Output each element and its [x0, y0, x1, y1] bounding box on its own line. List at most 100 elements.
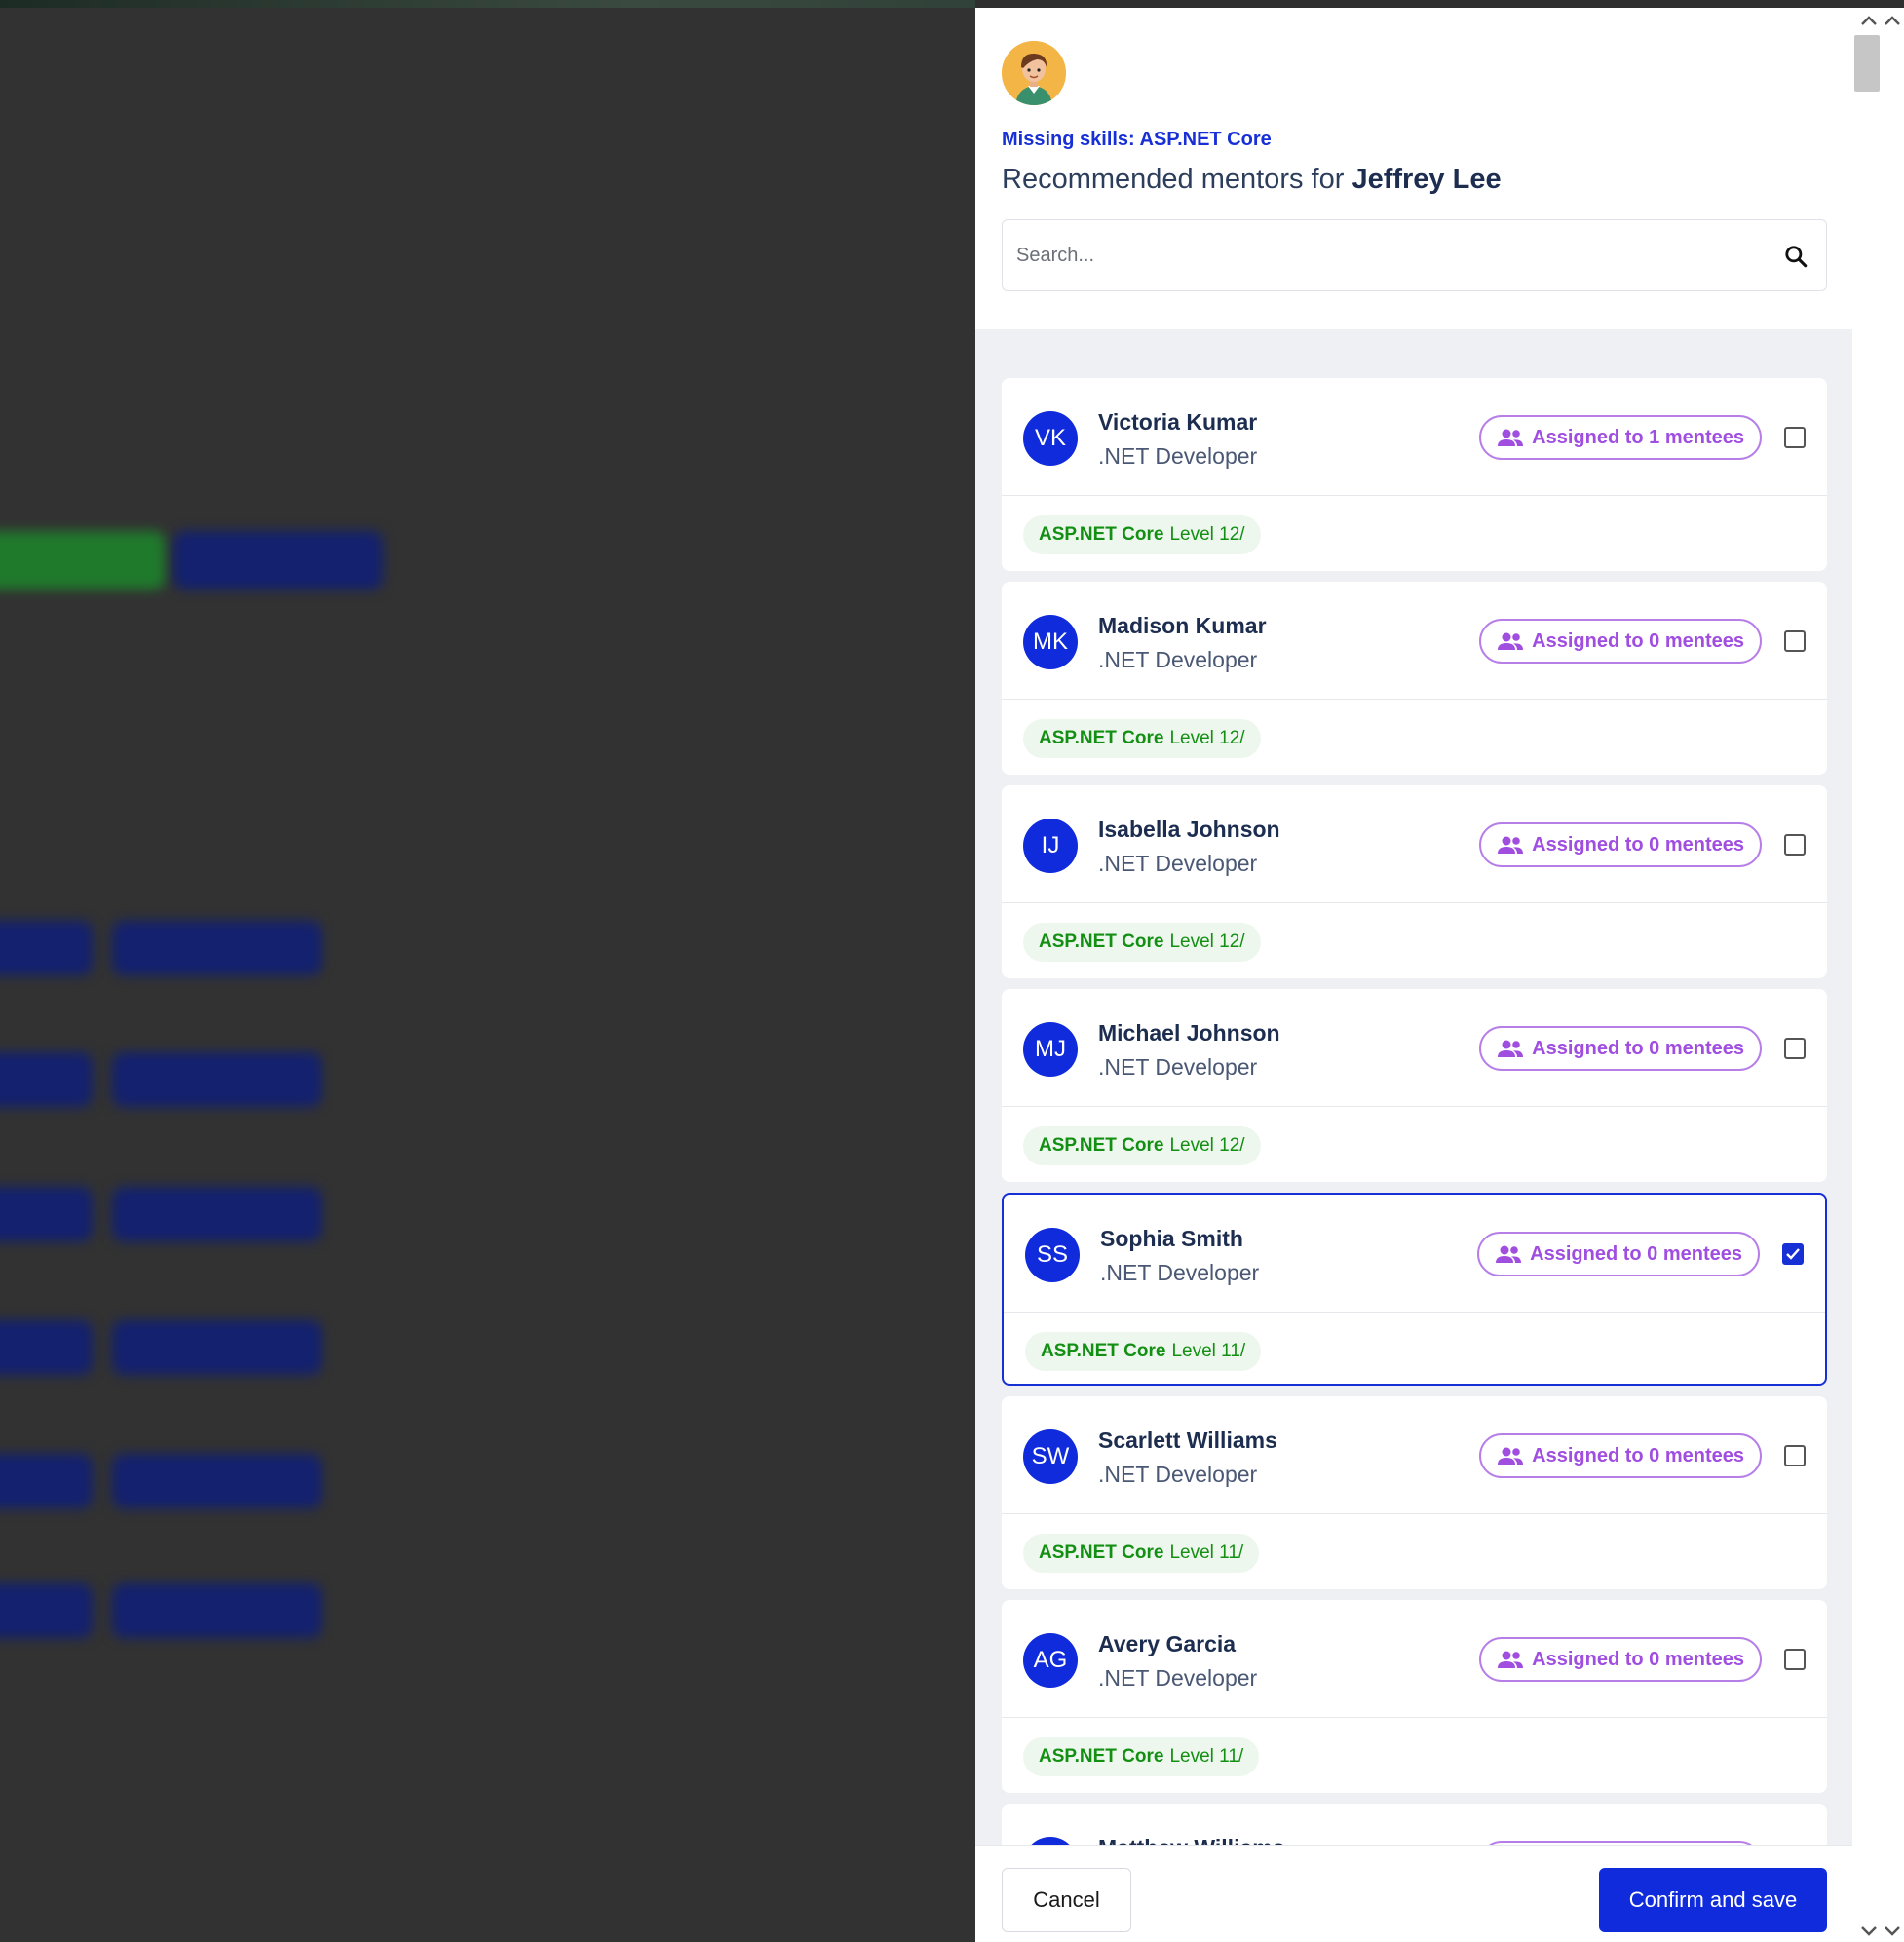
confirm-and-save-button[interactable]: Confirm and save	[1599, 1868, 1827, 1932]
background-green-button	[0, 531, 166, 590]
skill-name: ASP.NET Core	[1039, 932, 1164, 952]
cancel-button[interactable]: Cancel	[1002, 1868, 1131, 1932]
mentor-select-checkbox[interactable]	[1784, 1445, 1806, 1466]
mentor-card[interactable]: SW Scarlett Williams .NET Developer Assi…	[1002, 1396, 1827, 1589]
skill-level: Level 11/	[1169, 1746, 1244, 1767]
search-input[interactable]	[1016, 240, 1757, 271]
assigned-mentees-badge: Assigned to 0 mentees	[1479, 822, 1762, 867]
mentor-card-header: MW Matthew Williams .NET Developer Assig…	[1002, 1804, 1827, 1845]
skill-level: Level 12/	[1169, 728, 1245, 748]
scrollbar[interactable]	[1852, 8, 1904, 1942]
search-icon[interactable]	[1783, 244, 1809, 269]
mentor-card[interactable]: MW Matthew Williams .NET Developer Assig…	[1002, 1804, 1827, 1845]
mentor-name: Sophia Smith	[1100, 1226, 1243, 1251]
drawer-title: Recommended mentors for Jeffrey Lee	[1002, 164, 1502, 196]
mentor-card-header: VK Victoria Kumar .NET Developer Assigne…	[1002, 378, 1827, 496]
skill-level-tag: ASP.NET Core Level 11/	[1023, 1737, 1260, 1776]
scroll-up-arrow-icon[interactable]	[1859, 14, 1879, 27]
mentor-select-checkbox[interactable]	[1784, 1649, 1806, 1670]
mentor-card[interactable]: MJ Michael Johnson .NET Developer Assign…	[1002, 989, 1827, 1182]
mentor-card-header: MK Madison Kumar .NET Developer Assigned…	[1002, 582, 1827, 700]
search-box	[1002, 219, 1827, 291]
background-row-button	[112, 921, 322, 975]
mentor-name: Scarlett Williams	[1098, 1428, 1277, 1453]
scrollbar-thumb[interactable]	[1854, 35, 1880, 92]
skill-name: ASP.NET Core	[1041, 1341, 1166, 1361]
scroll-down-arrow-icon[interactable]	[1883, 1924, 1902, 1938]
people-icon	[1498, 429, 1524, 446]
background-row-button	[112, 1454, 322, 1508]
mentor-card[interactable]: AG Avery Garcia .NET Developer Assigned …	[1002, 1600, 1827, 1793]
mentor-card-header: SS Sophia Smith .NET Developer Assigned …	[1004, 1195, 1825, 1313]
mentor-card-header: MJ Michael Johnson .NET Developer Assign…	[1002, 989, 1827, 1107]
mentor-role: .NET Developer	[1098, 1054, 1258, 1080]
mentor-name: Madison Kumar	[1098, 613, 1267, 638]
skill-level-tag: ASP.NET Core Level 12/	[1023, 923, 1261, 962]
background-row-button	[0, 1454, 93, 1508]
background-overlay	[0, 0, 975, 1942]
assigned-mentees-label: Assigned to 0 mentees	[1532, 1648, 1744, 1670]
assigned-mentees-label: Assigned to 0 mentees	[1532, 629, 1744, 652]
skill-level: Level 12/	[1169, 524, 1245, 545]
assigned-mentees-badge: Assigned to 0 mentees	[1479, 1026, 1762, 1071]
checkmark-icon	[1786, 1248, 1800, 1260]
recommended-mentors-drawer: Missing skills: ASP.NET Core Recommended…	[975, 8, 1852, 1942]
assigned-mentees-badge: Assigned to 0 mentees	[1479, 1433, 1762, 1478]
mentor-role: .NET Developer	[1098, 1462, 1258, 1487]
mentor-role: .NET Developer	[1098, 1665, 1258, 1691]
background-row-button	[0, 1583, 93, 1638]
background-row-button	[0, 1052, 93, 1107]
background-row-button	[112, 1187, 322, 1241]
people-icon	[1498, 836, 1524, 854]
drawer-title-prefix: Recommended mentors for	[1002, 164, 1345, 195]
mentor-role: .NET Developer	[1100, 1260, 1260, 1285]
mentor-list: VK Victoria Kumar .NET Developer Assigne…	[975, 329, 1852, 1845]
mentor-card[interactable]: IJ Isabella Johnson .NET Developer Assig…	[1002, 785, 1827, 978]
skill-level-tag: ASP.NET Core Level 11/	[1023, 1534, 1260, 1573]
background-row-button	[112, 1583, 322, 1638]
mentee-avatar	[1002, 41, 1066, 105]
mentor-select-checkbox[interactable]	[1784, 427, 1806, 448]
mentor-card[interactable]: VK Victoria Kumar .NET Developer Assigne…	[1002, 378, 1827, 571]
mentor-card[interactable]: SS Sophia Smith .NET Developer Assigned …	[1002, 1193, 1827, 1386]
skill-name: ASP.NET Core	[1039, 524, 1164, 545]
mentor-initials-avatar: IJ	[1023, 819, 1078, 873]
background-row-button	[0, 1187, 93, 1241]
mentor-name: Isabella Johnson	[1098, 817, 1280, 842]
background-row-button	[0, 1320, 93, 1375]
mentor-select-checkbox[interactable]	[1782, 1243, 1804, 1265]
mentor-initials-avatar: SW	[1023, 1429, 1078, 1484]
skill-level: Level 11/	[1169, 1542, 1244, 1563]
mentor-role: .NET Developer	[1098, 647, 1258, 672]
people-icon	[1498, 1447, 1524, 1465]
mentor-initials-avatar: VK	[1023, 411, 1078, 466]
mentor-role: .NET Developer	[1098, 443, 1258, 469]
scroll-up-arrow-icon[interactable]	[1883, 14, 1902, 27]
scroll-down-arrow-icon[interactable]	[1859, 1924, 1879, 1938]
mentor-select-checkbox[interactable]	[1784, 834, 1806, 856]
mentor-initials-avatar: MK	[1023, 615, 1078, 669]
drawer-header: Missing skills: ASP.NET Core Recommended…	[975, 8, 1852, 329]
people-icon	[1496, 1245, 1522, 1263]
mentor-role: .NET Developer	[1098, 851, 1258, 876]
mentor-initials-avatar: SS	[1025, 1228, 1080, 1282]
background-row-button	[112, 1320, 322, 1375]
assigned-mentees-label: Assigned to 0 mentees	[1530, 1242, 1742, 1265]
mentor-card[interactable]: MK Madison Kumar .NET Developer Assigned…	[1002, 582, 1827, 775]
skill-level-tag: ASP.NET Core Level 12/	[1023, 1126, 1261, 1165]
assigned-mentees-label: Assigned to 0 mentees	[1532, 833, 1744, 856]
skill-name: ASP.NET Core	[1039, 1542, 1164, 1563]
background-topbar	[0, 0, 975, 8]
mentor-select-checkbox[interactable]	[1784, 1038, 1806, 1059]
mentor-name: Michael Johnson	[1098, 1020, 1280, 1046]
background-blue-button	[173, 531, 383, 590]
drawer-footer: Cancel Confirm and save	[975, 1845, 1852, 1942]
assigned-mentees-badge: Assigned to 0 mentees	[1477, 1232, 1760, 1276]
assigned-mentees-label: Assigned to 0 mentees	[1532, 1037, 1744, 1059]
mentor-name: Avery Garcia	[1098, 1631, 1237, 1656]
skill-name: ASP.NET Core	[1039, 1746, 1164, 1767]
people-icon	[1498, 1651, 1524, 1668]
people-icon	[1498, 632, 1524, 650]
skill-level-tag: ASP.NET Core Level 12/	[1023, 515, 1261, 554]
mentor-select-checkbox[interactable]	[1784, 630, 1806, 652]
